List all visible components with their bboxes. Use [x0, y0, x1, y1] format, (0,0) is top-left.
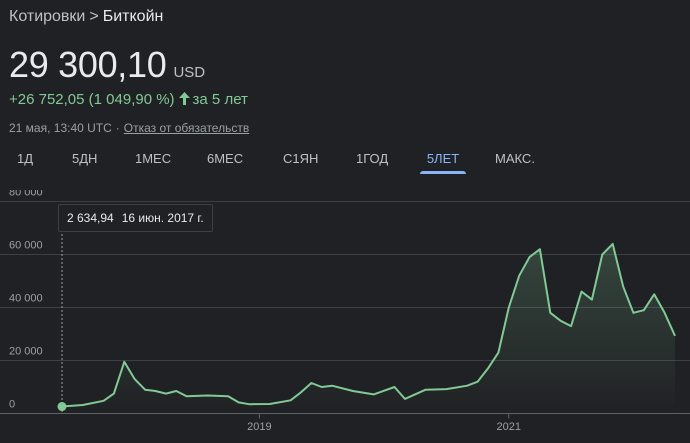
tab-1m[interactable]: 1МЕС — [135, 150, 171, 172]
x-tick-label: 2021 — [497, 421, 521, 433]
y-tick-label: 0 — [9, 399, 15, 411]
price-area-fill — [62, 243, 675, 414]
tab-6m[interactable]: 6МЕС — [207, 150, 243, 172]
y-tick-label: 80 000 — [9, 190, 43, 199]
y-tick-label: 60 000 — [9, 240, 43, 252]
tab-5y[interactable]: 5ЛЕТ — [420, 150, 466, 174]
arrow-up-icon — [178, 91, 190, 108]
range-tabs: 1Д 5ДН 1МЕС 6МЕС С1ЯН 1ГОД 5ЛЕТ МАКС. — [0, 150, 690, 174]
y-tick-label: 40 000 — [9, 293, 43, 305]
y-tick-label: 20 000 — [9, 346, 43, 358]
breadcrumb-separator: > — [89, 8, 99, 25]
tooltip-value: 2 634,94 — [67, 211, 114, 225]
x-tick-label: 2019 — [247, 421, 271, 433]
current-price: 29 300,10 — [9, 44, 167, 85]
quote-timestamp: 21 мая, 13:40 UTC — [9, 121, 112, 135]
tab-1y[interactable]: 1ГОД — [356, 150, 388, 172]
breadcrumb-current: Биткойн — [102, 8, 164, 25]
chart-tooltip: 2 634,94 16 июн. 2017 г. — [58, 204, 213, 232]
price-change: +26 752,05 (1 049,90 %) за 5 лет — [9, 91, 248, 108]
price-change-value: +26 752,05 (1 049,90 %) — [9, 91, 175, 108]
breadcrumb-parent-link[interactable]: Котировки — [9, 8, 85, 25]
breadcrumb: Котировки > Биткойн — [9, 8, 163, 26]
meta-separator: · — [115, 121, 120, 135]
tab-1d[interactable]: 1Д — [17, 150, 33, 172]
tab-ytd[interactable]: С1ЯН — [283, 150, 318, 172]
disclaimer-link[interactable]: Отказ от обязательств — [124, 121, 249, 135]
tab-5d[interactable]: 5ДН — [72, 150, 97, 172]
price-change-period: за 5 лет — [192, 91, 248, 108]
tab-max[interactable]: МАКС. — [495, 150, 535, 172]
tooltip-date: 16 июн. 2017 г. — [121, 211, 204, 225]
price-row: 29 300,10 USD — [9, 44, 205, 86]
price-currency: USD — [173, 64, 206, 81]
quote-meta: 21 мая, 13:40 UTC · Отказ от обязательств — [9, 121, 249, 135]
hover-point-marker — [57, 402, 67, 412]
